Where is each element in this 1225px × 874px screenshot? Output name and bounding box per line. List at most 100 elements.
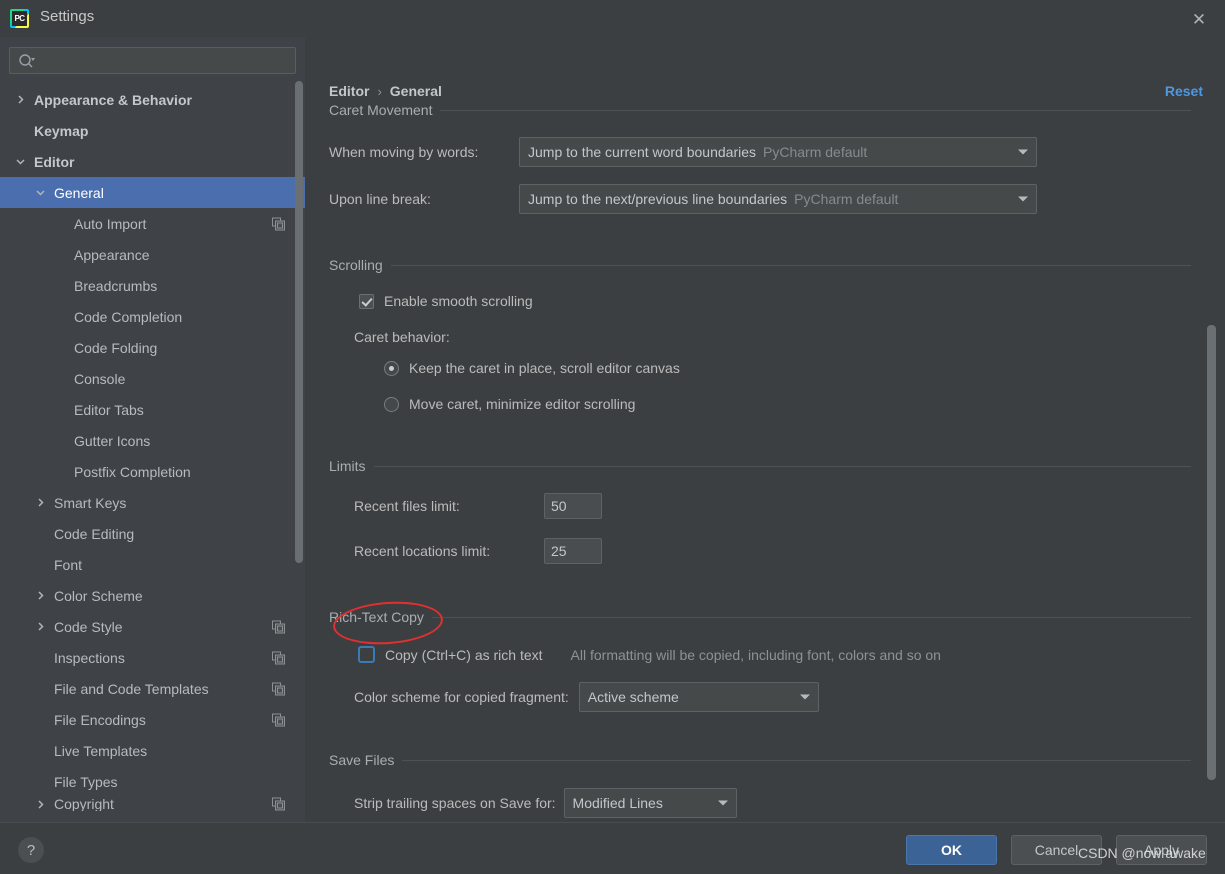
section-caret-movement: Caret Movement <box>329 105 1191 119</box>
sidebar-item-font[interactable]: Font <box>0 549 305 580</box>
recent-files-limit-input[interactable] <box>544 493 602 519</box>
project-settings-copy-icon <box>272 713 285 726</box>
color-scheme-value: Active scheme <box>587 689 679 705</box>
window-title: Settings <box>40 8 95 25</box>
sidebar-item-keymap[interactable]: Keymap <box>0 115 305 146</box>
settings-panel: Caret Movement When moving by words: Jum… <box>305 105 1225 822</box>
copy-as-rich-text-checkbox[interactable] <box>358 646 375 663</box>
sidebar-item-label: Breadcrumbs <box>74 277 158 294</box>
row-enable-smooth-scrolling[interactable]: Enable smooth scrolling <box>359 293 533 309</box>
section-limits: Limits <box>329 457 1191 475</box>
sidebar-item-smart-keys[interactable]: Smart Keys <box>0 487 305 518</box>
section-save-files: Save Files <box>329 751 1191 769</box>
cancel-button[interactable]: Cancel <box>1011 835 1102 865</box>
row-copy-as-rich-text[interactable]: Copy (Ctrl+C) as rich text All formattin… <box>358 646 941 663</box>
close-icon[interactable]: ✕ <box>1185 6 1213 32</box>
sidebar-item-auto-import[interactable]: Auto Import <box>0 208 305 239</box>
sidebar-item-live-templates[interactable]: Live Templates <box>0 735 305 766</box>
settings-dialog: PC Settings ✕ Appearance & Behavior Keyma… <box>0 0 1225 874</box>
search-input[interactable] <box>40 48 291 73</box>
chevron-down-icon <box>799 694 810 700</box>
when-moving-by-words-default-tag: PyCharm default <box>763 144 868 160</box>
strip-trailing-spaces-value: Modified Lines <box>572 795 663 811</box>
sidebar-item-appearance[interactable]: Appearance <box>0 239 305 270</box>
content-scrollbar-thumb[interactable] <box>1207 325 1216 780</box>
project-settings-copy-icon <box>272 682 285 695</box>
color-scheme-dropdown[interactable]: Active scheme <box>578 682 819 712</box>
sidebar-item-copyright[interactable]: Copyright <box>0 797 305 811</box>
settings-content: Editor › General Reset Caret Movement Wh… <box>305 37 1225 822</box>
sidebar-item-code-completion[interactable]: Code Completion <box>0 301 305 332</box>
section-rich-text-copy-title: Rich-Text Copy <box>329 608 1191 626</box>
section-divider <box>440 109 1191 111</box>
sidebar-item-code-editing[interactable]: Code Editing <box>0 518 305 549</box>
sidebar-item-file-types[interactable]: File Types <box>0 766 305 797</box>
sidebar-item-general[interactable]: General <box>0 177 305 208</box>
chevron-down-icon[interactable] <box>32 188 48 197</box>
section-divider <box>431 616 1191 618</box>
ok-button[interactable]: OK <box>906 835 997 865</box>
chevron-right-icon[interactable] <box>12 95 28 104</box>
sidebar-item-breadcrumbs[interactable]: Breadcrumbs <box>0 270 305 301</box>
breadcrumb-root[interactable]: Editor <box>329 83 369 99</box>
sidebar-item-label: Font <box>54 556 83 573</box>
section-limits-title: Limits <box>329 457 1191 475</box>
section-save-files-label: Save Files <box>329 752 395 768</box>
section-caret-movement-label: Caret Movement <box>329 105 433 118</box>
help-icon[interactable]: ? <box>18 837 44 863</box>
copy-as-rich-text-hint: All formatting will be copied, including… <box>570 646 941 663</box>
enable-smooth-scrolling-checkbox[interactable] <box>359 293 374 309</box>
section-rich-text-copy-label: Rich-Text Copy <box>329 609 424 625</box>
apply-button[interactable]: Apply <box>1116 835 1207 865</box>
recent-locations-limit-input[interactable] <box>544 538 602 564</box>
chevron-right-icon[interactable] <box>32 622 48 631</box>
chevron-right-icon[interactable] <box>32 799 48 809</box>
when-moving-by-words-dropdown[interactable]: Jump to the current word boundaries PyCh… <box>519 137 1037 167</box>
sidebar-item-gutter-icons[interactable]: Gutter Icons <box>0 425 305 456</box>
row-radio-keep-caret[interactable]: Keep the caret in place, scroll editor c… <box>384 360 680 376</box>
sidebar-item-code-folding[interactable]: Code Folding <box>0 332 305 363</box>
sidebar-item-editor[interactable]: Editor <box>0 146 305 177</box>
sidebar-item-appearance-behavior[interactable]: Appearance & Behavior <box>0 84 305 115</box>
sidebar-item-color-scheme[interactable]: Color Scheme <box>0 580 305 611</box>
pycharm-logo-text: PC <box>12 11 27 26</box>
sidebar-item-file-encodings[interactable]: File Encodings <box>0 704 305 735</box>
sidebar-item-editor-tabs[interactable]: Editor Tabs <box>0 394 305 425</box>
sidebar-item-inspections[interactable]: Inspections <box>0 642 305 673</box>
row-recent-locations-limit: Recent locations limit: <box>354 538 602 564</box>
settings-sidebar: Appearance & Behavior Keymap Editor General… <box>0 37 305 822</box>
reset-link[interactable]: Reset <box>1165 83 1203 99</box>
strip-trailing-spaces-label: Strip trailing spaces on Save for: <box>354 795 556 811</box>
sidebar-item-label: General <box>54 184 104 201</box>
recent-files-limit-label: Recent files limit: <box>354 498 460 514</box>
sidebar-item-file-and-code-templates[interactable]: File and Code Templates <box>0 673 305 704</box>
sidebar-item-label: Postfix Completion <box>74 463 191 480</box>
sidebar-item-postfix-completion[interactable]: Postfix Completion <box>0 456 305 487</box>
row-when-moving-by-words: When moving by words: Jump to the curren… <box>329 137 1089 167</box>
sidebar-item-code-style[interactable]: Code Style <box>0 611 305 642</box>
search-box[interactable] <box>9 47 296 74</box>
section-rich-text-copy: Rich-Text Copy <box>329 608 1191 626</box>
sidebar-item-label: Console <box>74 370 126 387</box>
chevron-down-icon[interactable] <box>12 157 28 166</box>
sidebar-item-label: Editor Tabs <box>74 401 144 418</box>
upon-line-break-dropdown[interactable]: Jump to the next/previous line boundarie… <box>519 184 1037 214</box>
move-caret-radio[interactable] <box>384 396 399 412</box>
color-scheme-label: Color scheme for copied fragment: <box>354 689 569 705</box>
sidebar-item-label: Auto Import <box>74 215 147 232</box>
sidebar-item-label: File Types <box>54 773 118 790</box>
sidebar-scrollbar-thumb[interactable] <box>295 81 303 563</box>
sidebar-item-label: Live Templates <box>54 742 148 759</box>
when-moving-by-words-label: When moving by words: <box>329 144 479 160</box>
row-strip-trailing-spaces: Strip trailing spaces on Save for: Modif… <box>354 788 737 818</box>
breadcrumb: Editor › General <box>329 83 442 99</box>
keep-caret-radio[interactable] <box>384 360 399 376</box>
strip-trailing-spaces-dropdown[interactable]: Modified Lines <box>563 788 737 818</box>
sidebar-item-label: Inspections <box>54 649 125 666</box>
sidebar-item-console[interactable]: Console <box>0 363 305 394</box>
row-radio-move-caret[interactable]: Move caret, minimize editor scrolling <box>384 396 635 412</box>
upon-line-break-default-tag: PyCharm default <box>794 191 899 207</box>
chevron-right-icon[interactable] <box>32 498 48 507</box>
chevron-right-icon[interactable] <box>32 591 48 600</box>
breadcrumb-separator-icon: › <box>377 83 382 99</box>
